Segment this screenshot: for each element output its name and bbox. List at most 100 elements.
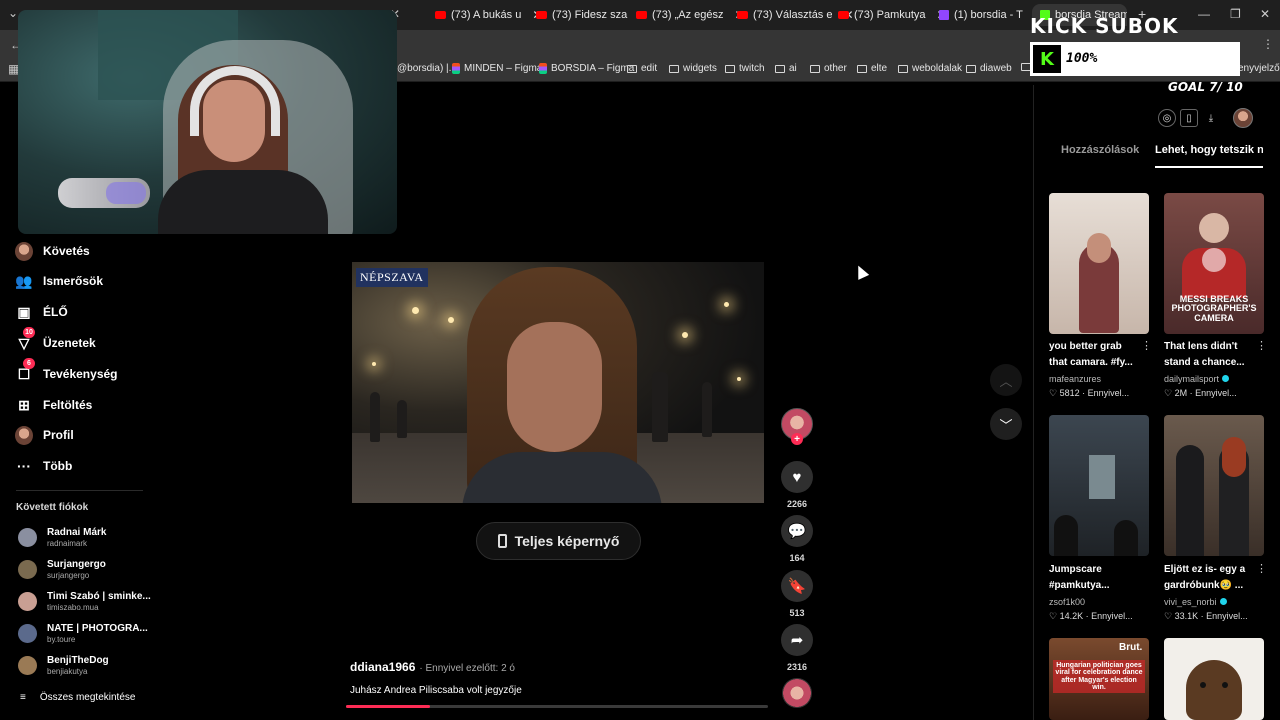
more-options-icon[interactable]: ⋮ — [1141, 339, 1152, 352]
sidebar-item-profile[interactable]: Profil — [15, 424, 74, 446]
maximize-button[interactable]: ❐ — [1230, 7, 1241, 21]
previous-video-button[interactable]: ︿ — [990, 364, 1022, 396]
folder-icon — [627, 64, 637, 73]
phone-icon[interactable]: ▯ — [1180, 109, 1198, 127]
tab-label: (73) Pamkutya — [854, 9, 926, 21]
video-user[interactable]: mafeanzures — [1049, 374, 1101, 384]
menu-icon[interactable]: ⋮ — [1262, 37, 1274, 51]
music-disc-avatar[interactable] — [782, 678, 812, 708]
next-video-button[interactable]: ﹀ — [990, 408, 1022, 440]
account-handle: timiszabo.mua — [47, 603, 99, 612]
follow-plus-icon[interactable]: + — [791, 433, 803, 445]
video-thumbnail[interactable] — [1164, 415, 1264, 556]
followed-account[interactable]: Surjangergo surjangergo — [18, 559, 106, 580]
tab-you-may-like[interactable]: Lehet, hogy tetszik ne — [1155, 144, 1263, 156]
followed-account[interactable]: NATE | PHOTOGRA... by.toure — [18, 623, 148, 644]
tab-5[interactable]: (73) Pamkutya ✕ — [838, 4, 947, 26]
bookmark-minden-figma[interactable]: MINDEN – Figma — [452, 63, 542, 74]
bookmark-label: enyvjelző — [1238, 63, 1280, 74]
sidebar-item-upload[interactable]: ⊞ Feltöltés — [15, 394, 92, 416]
tab-comments[interactable]: Hozzászólások — [1061, 144, 1139, 156]
followed-account[interactable]: Radnai Márk radnaimark — [18, 527, 106, 548]
bookmark-label: other — [824, 63, 847, 74]
more-options-icon[interactable]: ⋮ — [1256, 339, 1267, 352]
account-handle: benjiakutya — [47, 667, 88, 676]
tab-label: (73) Fidesz sza — [552, 9, 628, 21]
author-name: ddiana1966 — [350, 660, 416, 674]
video-thumbnail[interactable]: Brut. Hungarian politician goes viral fo… — [1049, 638, 1149, 720]
save-button[interactable]: 🔖 — [781, 570, 813, 602]
play-icon — [1202, 248, 1226, 272]
fullscreen-button[interactable]: Teljes képernyő — [476, 522, 641, 560]
video-meta: ♡ 2M · Ennyivel... — [1164, 388, 1237, 398]
bookmark-tail[interactable]: enyvjelző — [1238, 63, 1280, 74]
heart-outline-icon: ♡ — [1049, 611, 1058, 621]
user-avatar[interactable] — [1233, 108, 1253, 128]
window-close-button[interactable]: ✕ — [1260, 7, 1270, 21]
bookmark-ai[interactable]: ai — [775, 63, 797, 74]
sidebar-item-more[interactable]: ··· Több — [15, 455, 72, 477]
bookmark-widgets[interactable]: widgets — [669, 63, 717, 74]
video-user[interactable]: zsof1k00 — [1049, 597, 1085, 607]
video-title[interactable]: That lens didn't stand a chance... — [1164, 339, 1258, 371]
sidebar-item-friends[interactable]: 👥 Ismerősök — [15, 270, 103, 292]
compass-icon[interactable]: ◎ — [1158, 109, 1176, 127]
bookmark-twitch[interactable]: twitch — [725, 63, 765, 74]
tab-3[interactable]: (73) „Az egész ✕ — [636, 4, 745, 26]
see-all-link[interactable]: ≡ Összes megtekintése — [20, 692, 135, 703]
friends-icon: 👥 — [15, 272, 33, 289]
avatar — [18, 528, 37, 547]
video-user[interactable]: vivi_es_norbi — [1164, 597, 1227, 607]
video-thumbnail[interactable] — [1049, 415, 1149, 556]
sidebar-item-activity[interactable]: ☐ 6 Tevékenység — [15, 358, 118, 385]
tab-search-icon[interactable]: ⌄ — [8, 6, 18, 20]
video-title[interactable]: you better grab that camara. #fy... — [1049, 339, 1143, 371]
like-button[interactable]: ♥ — [781, 461, 813, 493]
video-progress-bar[interactable] — [346, 705, 768, 708]
notification-badge: 10 — [23, 327, 35, 338]
bookmark-diaweb[interactable]: diaweb — [966, 63, 1012, 74]
bookmark-elte[interactable]: elte — [857, 63, 887, 74]
followed-account[interactable]: Timi Szabó | sminke... timiszabo.mua — [18, 591, 151, 612]
thumbnail-caption: Hungarian politician goes viral for cele… — [1053, 660, 1145, 694]
video-author[interactable]: ddiana1966 · Ennyivel ezelőtt: 2 ó — [350, 660, 515, 674]
video-thumbnail[interactable]: MESSI BREAKS PHOTOGRAPHER'S CAMERA — [1164, 193, 1264, 334]
tab-2[interactable]: (73) Fidesz sza ✕ — [536, 4, 648, 26]
tab-6[interactable]: (1) borsdia - T ✕ — [939, 4, 1044, 26]
bookmark-label: BORSDIA – Figma — [551, 63, 635, 74]
video-user[interactable]: dailymailsport — [1164, 374, 1230, 384]
download-icon[interactable]: ⤓ — [1202, 109, 1220, 127]
notification-badge: 6 — [23, 358, 35, 369]
account-name: Radnai Márk — [47, 527, 107, 538]
tab-1[interactable]: (73) A bukás u ✕ — [435, 4, 542, 26]
folder-icon — [725, 64, 735, 73]
share-button[interactable]: ➦ — [781, 624, 813, 656]
tab-4[interactable]: (73) Választás e ✕ — [737, 4, 854, 26]
followed-account[interactable]: BenjiTheDog benjiakutya — [18, 655, 109, 676]
video-thumbnail[interactable] — [1164, 638, 1264, 720]
bookmark-label: MINDEN – Figma — [464, 63, 543, 74]
account-name: Surjangergo — [47, 559, 106, 570]
tab-label: (73) „Az egész — [652, 9, 724, 21]
video-player[interactable]: NÉPSZAVA — [352, 262, 764, 503]
figma-icon — [539, 63, 547, 74]
video-title[interactable]: Jumpscare #pamkutya... — [1049, 562, 1143, 594]
avatar — [18, 592, 37, 611]
active-tab-underline — [1155, 166, 1263, 168]
bookmark-other[interactable]: other — [810, 63, 847, 74]
sidebar-item-messages[interactable]: ▽ 10 Üzenetek — [15, 327, 96, 354]
figma-icon — [452, 63, 460, 74]
video-thumbnail[interactable] — [1049, 193, 1149, 334]
bookmark-edit[interactable]: edit — [627, 63, 657, 74]
video-title[interactable]: Eljött ez is- egy a gardróbunk🥹 ... — [1164, 562, 1258, 594]
minimize-button[interactable]: — — [1198, 7, 1210, 21]
bookmark-weboldalak[interactable]: weboldalak — [898, 63, 962, 74]
comment-button[interactable]: 💬 — [781, 515, 813, 547]
bookmark-tiktok[interactable]: @borsdia) |... — [397, 63, 457, 74]
sidebar-item-following[interactable]: Követés — [15, 240, 90, 262]
see-all-label: Összes megtekintése — [39, 692, 136, 703]
bookmark-borsdia-figma[interactable]: BORSDIA – Figma — [539, 63, 634, 74]
more-options-icon[interactable]: ⋮ — [1256, 562, 1267, 575]
sidebar-item-live[interactable]: ▣ ÉLŐ — [15, 301, 67, 323]
youtube-icon — [636, 11, 647, 19]
